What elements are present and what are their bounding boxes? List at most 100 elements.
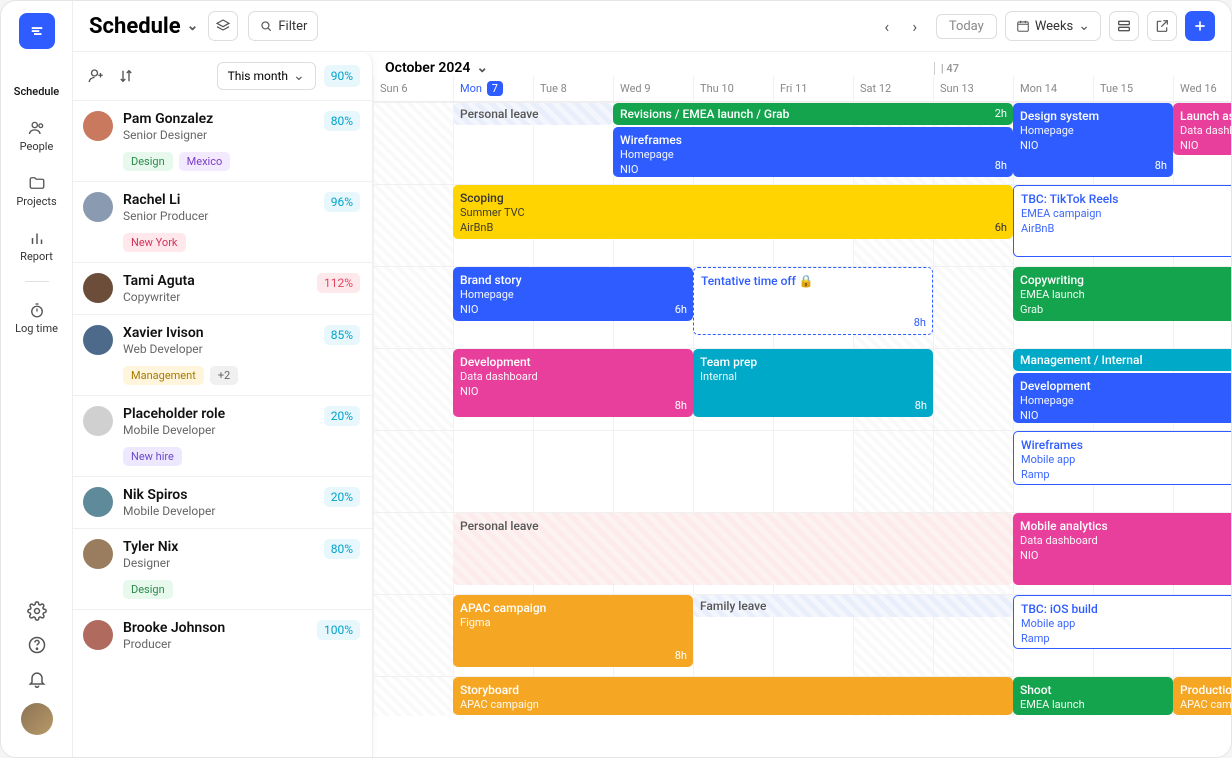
person-row[interactable]: Rachel LiSenior Producer96%New York — [73, 181, 372, 262]
utilization-badge: 96% — [324, 192, 360, 212]
task-block[interactable]: Tentative time off 🔒8h — [693, 267, 933, 335]
utilization-badge: 112% — [317, 273, 360, 293]
day-header: Mon 14 — [1013, 76, 1093, 101]
help-icon[interactable] — [27, 635, 47, 655]
person-row[interactable]: Tami AgutaCopywriter 112% — [73, 262, 372, 314]
density-button[interactable] — [1109, 11, 1139, 41]
app-sidebar: Schedule People Projects Report Log time — [1, 1, 73, 757]
person-name: Rachel Li — [123, 192, 314, 208]
chevron-down-icon: ⌄ — [187, 18, 199, 34]
view-select[interactable]: Weeks⌄ — [1005, 11, 1101, 41]
task-block[interactable]: ShootEMEA launch — [1013, 677, 1173, 715]
today-button[interactable]: Today — [936, 14, 997, 39]
nav-logtime[interactable]: Log time — [1, 292, 72, 343]
task-block[interactable]: DevelopmentData dashboardNIO8h — [453, 349, 693, 417]
task-block[interactable]: Brand storyHomepageNIO6h — [453, 267, 693, 321]
tag: Design — [123, 580, 173, 599]
utilization-badge: 80% — [324, 539, 360, 559]
tag: Management — [123, 366, 204, 385]
nav-people[interactable]: People — [1, 110, 72, 161]
grid-row: Brand storyHomepageNIO6hTentative time o… — [373, 266, 1231, 348]
chevron-down-icon: ⌄ — [1078, 18, 1090, 34]
bell-icon[interactable] — [27, 669, 47, 689]
page-title[interactable]: Schedule ⌄ — [89, 14, 198, 39]
nav-schedule[interactable]: Schedule — [1, 55, 72, 106]
task-block[interactable]: APAC campaignFigma8h — [453, 595, 693, 667]
sort-button[interactable] — [115, 65, 137, 87]
task-block[interactable]: Revisions / EMEA launch / Grab2h — [613, 103, 1013, 125]
nav-projects[interactable]: Projects — [1, 165, 72, 216]
day-header: Fri 11 — [773, 76, 853, 101]
task-block[interactable]: TBC: TikTok ReelsEMEA campaignAirBnB — [1013, 185, 1231, 257]
avatar — [83, 487, 113, 517]
topbar: Schedule ⌄ Filter ‹ › Today Weeks⌄ — [73, 1, 1231, 52]
people-list: Pam GonzalezSenior Designer80%DesignMexi… — [73, 100, 372, 661]
filter-button[interactable]: Filter — [248, 11, 318, 41]
period-select[interactable]: This month⌄ — [217, 62, 316, 90]
person-row[interactable]: Xavier IvisonWeb Developer85%Management+… — [73, 314, 372, 395]
person-name: Nik Spiros — [123, 487, 314, 503]
utilization-badge: 80% — [324, 111, 360, 131]
person-name: Tami Aguta — [123, 273, 307, 289]
task-block[interactable]: Launch assetsData dashboardNIO — [1173, 103, 1231, 155]
divider — [25, 281, 49, 282]
person-row[interactable]: Tyler NixDesigner80%Design — [73, 528, 372, 609]
utilization-badge: 100% — [317, 620, 360, 640]
person-role: Designer — [123, 556, 314, 570]
person-row[interactable]: Nik SpirosMobile Developer20% — [73, 476, 372, 528]
prev-button[interactable]: ‹ — [874, 13, 900, 39]
nav-label: Projects — [16, 195, 56, 208]
stopwatch-icon — [27, 300, 47, 320]
day-header: Sat 12 — [853, 76, 933, 101]
people-panel: This month⌄ 90% Pam GonzalezSenior Desig… — [73, 52, 373, 757]
grid-row: StoryboardAPAC campaignShootEMEA launchP… — [373, 676, 1231, 716]
gear-icon[interactable] — [27, 601, 47, 621]
month-label[interactable]: October 2024 — [385, 60, 470, 76]
task-block[interactable]: Family leave — [693, 595, 1013, 617]
schedule-grid[interactable]: Personal leaveRevisions / EMEA launch / … — [373, 102, 1231, 757]
task-block[interactable]: WireframesHomepageNIO8h — [613, 127, 1013, 177]
next-button[interactable]: › — [902, 13, 928, 39]
task-block[interactable]: ScopingSummer TVCAirBnB6h — [453, 185, 1013, 239]
day-header: Tue 15 — [1093, 76, 1173, 101]
avatar — [83, 325, 113, 355]
task-block[interactable]: TBC: iOS buildMobile appRamp — [1013, 595, 1231, 649]
person-name: Pam Gonzalez — [123, 111, 314, 127]
nav-report[interactable]: Report — [1, 220, 72, 271]
task-block[interactable]: StoryboardAPAC campaign — [453, 677, 1013, 715]
task-block[interactable]: WireframesMobile appRamp — [1013, 431, 1231, 485]
days-header: Sun 6Mon 7Tue 8Wed 9Thu 10Fri 11Sat 12Su… — [373, 76, 1231, 102]
add-person-button[interactable] — [85, 65, 107, 87]
app-logo[interactable] — [19, 13, 55, 49]
day-header: Thu 10 — [693, 76, 773, 101]
person-row[interactable]: Brooke JohnsonProducer 100% — [73, 609, 372, 661]
task-block[interactable]: Design systemHomepageNIO8h — [1013, 103, 1173, 177]
avatar — [83, 192, 113, 222]
add-button[interactable] — [1185, 11, 1215, 41]
day-header: Wed 16 — [1173, 76, 1231, 101]
grid-row: Family leaveAPAC campaignFigma8h TBC: iOS… — [373, 594, 1231, 676]
person-row[interactable]: Placeholder roleMobile Developer20%New h… — [73, 395, 372, 476]
task-block[interactable]: Personal leave — [453, 513, 1013, 585]
task-block[interactable]: Mobile analyticsData dashboardNIO8h — [1013, 513, 1231, 585]
grid-row: WireframesMobile appRamp — [373, 430, 1231, 512]
task-block[interactable]: DevelopmentHomepageNIO6h — [1013, 373, 1231, 423]
folder-icon — [27, 173, 47, 193]
tag: New York — [123, 233, 186, 252]
grid-row: Personal leaveMobile analyticsData dashb… — [373, 512, 1231, 594]
task-block[interactable]: ProductionAPAC campaign — [1173, 677, 1231, 715]
utilization-badge: 85% — [324, 325, 360, 345]
share-button[interactable] — [1147, 11, 1177, 41]
person-row[interactable]: Pam GonzalezSenior Designer80%DesignMexi… — [73, 100, 372, 181]
task-block[interactable]: CopywritingEMEA launchGrab — [1013, 267, 1231, 321]
layers-button[interactable] — [208, 11, 238, 41]
task-block[interactable]: Personal leave — [453, 103, 613, 125]
task-block[interactable]: Team prepInternal8h — [693, 349, 933, 417]
person-role: Producer — [123, 637, 307, 651]
schedule-icon — [27, 63, 47, 83]
person-name: Brooke Johnson — [123, 620, 307, 636]
user-avatar[interactable] — [21, 703, 53, 735]
task-block[interactable]: Management / Internal — [1013, 349, 1231, 371]
person-role: Copywriter — [123, 290, 307, 304]
total-utilization: 90% — [324, 65, 360, 87]
